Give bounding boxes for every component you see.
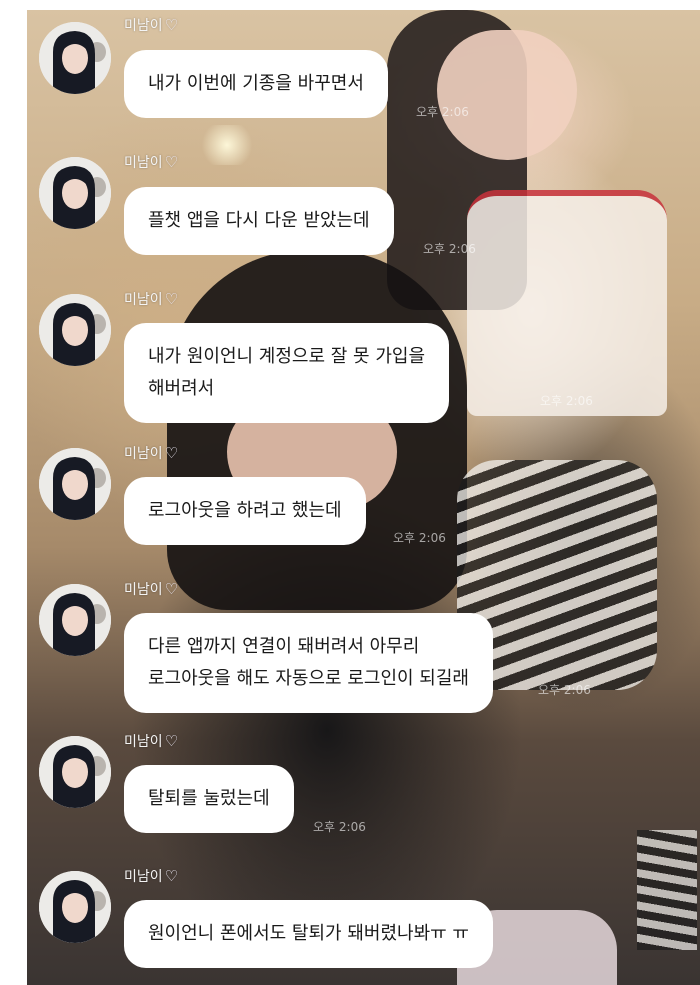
sender-name: 미남이 ♡ — [124, 443, 178, 463]
message-timestamp: 오후 2:06 — [540, 394, 593, 408]
sender-name: 미남이 ♡ — [124, 866, 178, 886]
avatar-image — [39, 294, 111, 366]
message-bubble[interactable]: 플챗 앱을 다시 다운 받았는데 — [124, 187, 394, 255]
message-text-line: 로그아웃을 하려고 했는데 — [148, 500, 342, 521]
sender-name: 미남이 ♡ — [124, 152, 178, 172]
message-timestamp: 오후 2:06 — [538, 683, 591, 697]
heart-icon: ♡ — [164, 290, 179, 308]
message-text-line: 해버려서 — [148, 378, 215, 399]
sender-name: 미남이 ♡ — [124, 731, 178, 751]
heart-icon: ♡ — [164, 153, 179, 171]
message-text-line: 탈퇴를 눌렀는데 — [148, 788, 270, 809]
sender-name: 미남이 ♡ — [124, 579, 178, 599]
message-timestamp: 오후 2:06 — [313, 820, 366, 834]
sender-name: 미남이 ♡ — [124, 289, 178, 309]
sender-name-text: 미남이 — [124, 446, 163, 462]
sender-avatar[interactable] — [39, 736, 111, 808]
avatar-image — [39, 157, 111, 229]
sender-name-text: 미남이 — [124, 155, 163, 171]
sender-avatar[interactable] — [39, 157, 111, 229]
message-bubble[interactable]: 다른 앱까지 연결이 돼버려서 아무리 로그아웃을 해도 자동으로 로그인이 되… — [124, 613, 493, 713]
sender-avatar[interactable] — [39, 871, 111, 943]
message-bubble[interactable]: 내가 원이언니 계정으로 잘 못 가입을 해버려서 — [124, 323, 450, 423]
message-bubble[interactable]: 원이언니 폰에서도 탈퇴가 돼버렸나봐ㅠ ㅠ — [124, 900, 493, 968]
message-text-line: 플챗 앱을 다시 다운 받았는데 — [148, 210, 370, 231]
sender-name-text: 미남이 — [124, 582, 163, 598]
sender-avatar[interactable] — [39, 448, 111, 520]
heart-icon: ♡ — [164, 444, 179, 462]
message-text-line: 내가 이번에 기종을 바꾸면서 — [148, 73, 364, 94]
sender-name-text: 미남이 — [124, 734, 163, 750]
sender-avatar[interactable] — [39, 22, 111, 94]
sender-avatar[interactable] — [39, 294, 111, 366]
sender-name: 미남이 ♡ — [124, 15, 178, 35]
avatar-image — [39, 584, 111, 656]
message-text-line: 로그아웃을 해도 자동으로 로그인이 되길래 — [148, 668, 469, 689]
message-timestamp: 오후 2:06 — [416, 105, 469, 119]
heart-icon: ♡ — [164, 867, 179, 885]
message-timestamp: 오후 2:06 — [393, 531, 446, 545]
sender-name-text: 미남이 — [124, 18, 163, 34]
sender-avatar[interactable] — [39, 584, 111, 656]
message-text-line: 다른 앱까지 연결이 돼버려서 아무리 — [148, 636, 420, 657]
heart-icon: ♡ — [164, 732, 179, 750]
message-bubble[interactable]: 탈퇴를 눌렀는데 — [124, 765, 294, 833]
chat-thread: 미남이 ♡ 내가 이번에 기종을 바꾸면서 오후 2:06 미남이 ♡ 플챗 앱을 … — [0, 0, 700, 985]
heart-icon: ♡ — [164, 580, 179, 598]
avatar-image — [39, 736, 111, 808]
avatar-image — [39, 871, 111, 943]
avatar-image — [39, 448, 111, 520]
message-text-line: 내가 원이언니 계정으로 잘 못 가입을 — [148, 346, 426, 367]
message-timestamp: 오후 2:06 — [423, 242, 476, 256]
avatar-image — [39, 22, 111, 94]
heart-icon: ♡ — [164, 16, 179, 34]
sender-name-text: 미남이 — [124, 869, 163, 885]
message-text-line: 원이언니 폰에서도 탈퇴가 돼버렸나봐ㅠ ㅠ — [148, 923, 469, 944]
sender-name-text: 미남이 — [124, 292, 163, 308]
message-bubble[interactable]: 로그아웃을 하려고 했는데 — [124, 477, 366, 545]
message-bubble[interactable]: 내가 이번에 기종을 바꾸면서 — [124, 50, 388, 118]
